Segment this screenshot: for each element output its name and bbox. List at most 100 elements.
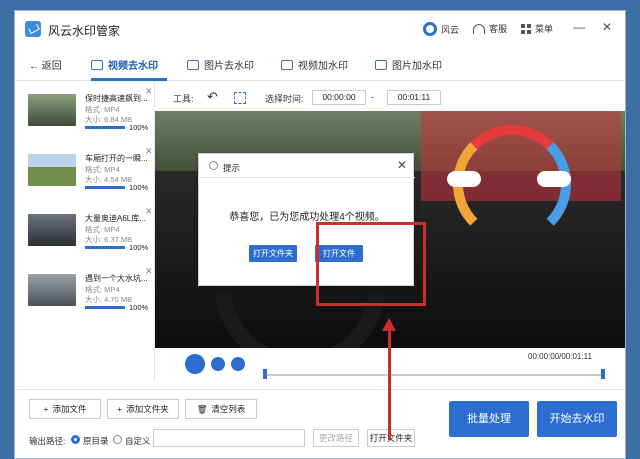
progress-label: 100%: [129, 123, 149, 132]
tab-label: 视频去水印: [108, 61, 158, 72]
remove-item-icon[interactable]: ✕: [145, 206, 153, 217]
file-name: 大量奥迪A6L库...: [85, 214, 146, 223]
video-thumbnail: [28, 154, 76, 186]
user-label: 风云: [441, 24, 460, 35]
list-item[interactable]: 保时捷高速飙到... 格式: MP4 大小: 6.84 MB 100% ✕: [15, 81, 155, 141]
plus-icon: +: [117, 404, 123, 414]
timeline-end-handle[interactable]: [601, 369, 605, 379]
service-button[interactable]: 客服: [473, 22, 507, 35]
headset-icon: [473, 23, 485, 34]
file-size: 大小: 4.70 MB: [85, 295, 133, 304]
lightbulb-icon: [209, 161, 218, 170]
video-thumbnail: [28, 94, 76, 126]
file-size: 大小: 4.54 MB: [85, 175, 133, 184]
tab-label: 图片去水印: [204, 61, 254, 72]
plus-icon: +: [43, 404, 49, 414]
user-button[interactable]: 风云: [423, 22, 459, 36]
title-bar: 风云水印管家 风云 客服 菜单 — ✕: [15, 11, 625, 47]
start-remove-button[interactable]: 开始去水印: [537, 401, 617, 437]
image-icon: [187, 59, 199, 70]
file-list: 保时捷高速飙到... 格式: MP4 大小: 6.84 MB 100% ✕ 车厢…: [15, 81, 155, 381]
video-icon: [281, 59, 293, 70]
progress-label: 100%: [129, 243, 149, 252]
close-button[interactable]: ✕: [602, 20, 612, 34]
progress-bar: [85, 126, 125, 129]
start-time-input[interactable]: 00:00:00: [312, 90, 366, 105]
batch-process-button[interactable]: 批量处理: [449, 401, 529, 437]
video-thumbnail: [28, 274, 76, 306]
list-item[interactable]: 遇到一个大水坑... 格式: MP4 大小: 4.70 MB 100% ✕: [15, 261, 155, 321]
dialog-close-icon[interactable]: ✕: [397, 158, 407, 172]
remove-item-icon[interactable]: ✕: [145, 266, 153, 277]
tab-image-remove[interactable]: 图片去水印: [187, 57, 254, 72]
menu-button[interactable]: 菜单: [521, 22, 553, 35]
dialog-title: 提示: [223, 163, 241, 173]
list-item[interactable]: 车厢打开的一瞬... 格式: MP4 大小: 4.54 MB 100% ✕: [15, 141, 155, 201]
service-label: 客服: [489, 24, 508, 34]
progress-bar: [85, 186, 125, 189]
rewind-button[interactable]: [211, 357, 225, 371]
remove-item-icon[interactable]: ✕: [145, 146, 153, 157]
back-button[interactable]: ← 返回: [29, 57, 62, 72]
back-arrow-icon: ←: [29, 61, 39, 72]
minimize-button[interactable]: —: [573, 20, 585, 34]
output-path-label: 输出路径:: [29, 436, 66, 446]
clear-list-label: 清空列表: [211, 404, 246, 414]
tools-label: 工具:: [173, 94, 194, 104]
tab-image-add[interactable]: 图片加水印: [375, 57, 442, 72]
tab-label: 图片加水印: [392, 61, 442, 72]
timeline-start-handle[interactable]: [263, 369, 267, 379]
orig-dir-label: 原目录: [83, 436, 109, 446]
add-folder-label: 添加文件夹: [126, 404, 169, 414]
custom-dir-label: 自定义: [125, 436, 151, 446]
back-label: 返回: [41, 61, 62, 72]
progress-label: 100%: [129, 183, 149, 192]
time-separator: -: [371, 92, 374, 102]
list-item[interactable]: 大量奥迪A6L库... 格式: MP4 大小: 6.37 MB 100% ✕: [15, 201, 155, 261]
tab-video-add[interactable]: 视频加水印: [281, 57, 348, 72]
forward-button[interactable]: [231, 357, 245, 371]
file-size: 大小: 6.37 MB: [85, 235, 133, 244]
highlight-box: [316, 222, 426, 306]
end-time-input[interactable]: 00:01:11: [387, 90, 441, 105]
add-file-label: 添加文件: [52, 404, 87, 414]
app-title: 风云水印管家: [48, 24, 121, 38]
file-size: 大小: 6.84 MB: [85, 115, 133, 124]
open-folder-button[interactable]: 打开文件夹: [367, 429, 415, 447]
cloud-shape: [537, 171, 571, 187]
custom-dir-radio[interactable]: [113, 435, 122, 444]
file-name: 遇到一个大水坑...: [85, 274, 148, 283]
cloud-shape: [447, 171, 481, 187]
orig-dir-radio[interactable]: [71, 435, 80, 444]
image-icon: [375, 59, 387, 70]
progress-bar: [85, 306, 125, 309]
user-icon: [423, 22, 437, 36]
play-button[interactable]: [185, 354, 205, 374]
timeline-track[interactable]: [265, 374, 605, 376]
progress-bar: [85, 246, 125, 249]
grid-icon: [521, 23, 531, 34]
open-folder-dialog-button[interactable]: 打开文件夹: [249, 245, 297, 262]
tool-row: 工具: ↶ 选择时间: 00:00:00 - 00:01:11: [155, 81, 625, 111]
selection-icon[interactable]: [234, 92, 246, 104]
video-icon: [91, 59, 103, 70]
clear-list-button[interactable]: 🗑 清空列表: [185, 399, 257, 419]
add-folder-button[interactable]: + 添加文件夹: [107, 399, 179, 419]
file-name: 车厢打开的一瞬...: [85, 154, 148, 163]
dialog-divider: [199, 177, 415, 178]
output-path-input[interactable]: [153, 429, 305, 447]
undo-icon[interactable]: ↶: [207, 89, 218, 105]
tab-bar: ← 返回 视频去水印 图片去水印 视频加水印 图片加水印: [15, 47, 625, 81]
progress-label: 100%: [129, 303, 149, 312]
bottom-bar: +添加文件 +添加文件夹 🗑清空列表 输出路径: 原目录 自定义 更改路径 打开…: [15, 389, 625, 458]
menu-label: 菜单: [535, 24, 554, 34]
file-name: 保时捷高速飙到...: [85, 94, 148, 103]
time-display: 00:00:00/00:01:11: [528, 352, 592, 361]
tab-video-remove[interactable]: 视频去水印: [91, 57, 158, 72]
remove-item-icon[interactable]: ✕: [145, 86, 153, 97]
change-path-button[interactable]: 更改路径: [313, 429, 359, 447]
tab-label: 视频加水印: [298, 61, 348, 72]
trash-icon: 🗑: [196, 403, 208, 414]
eraser-icon: [25, 21, 41, 37]
add-file-button[interactable]: + 添加文件: [29, 399, 101, 419]
